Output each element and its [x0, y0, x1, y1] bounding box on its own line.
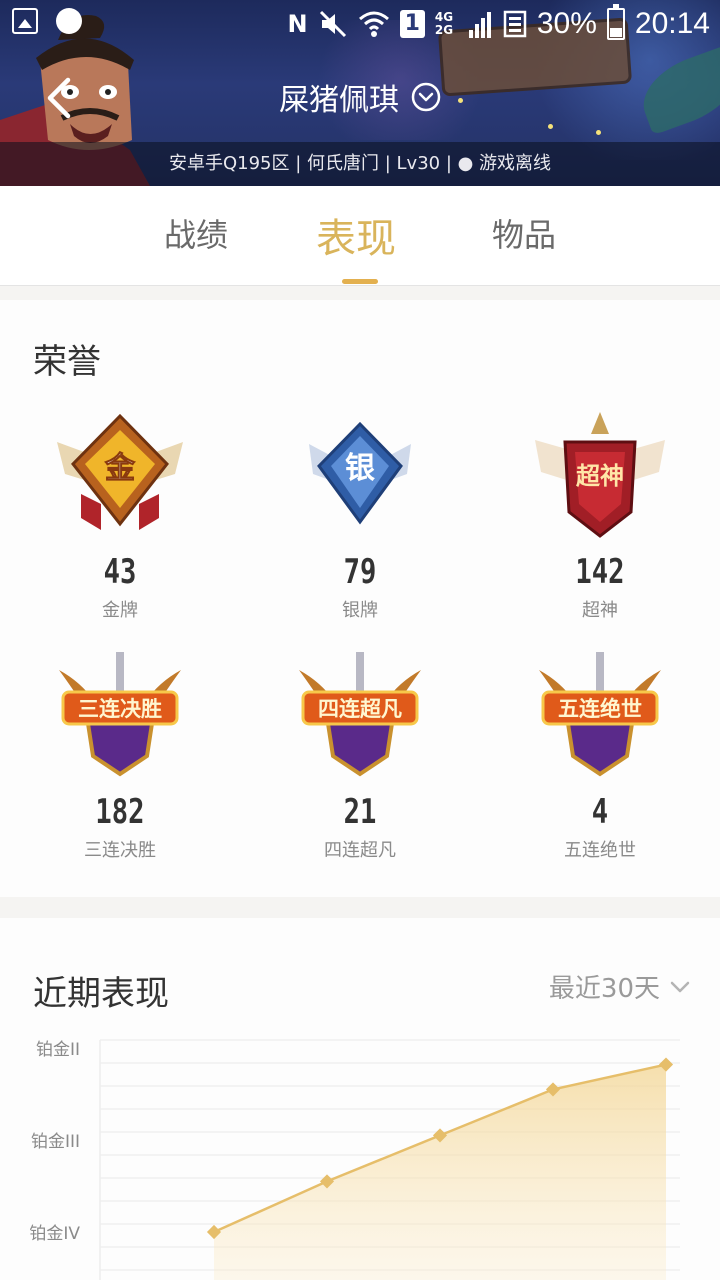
- legendary-badge-icon: 超神: [535, 412, 665, 538]
- gold-medal-badge[interactable]: 金 43 金牌: [0, 412, 240, 642]
- gold-emblem-text: 金: [104, 451, 136, 486]
- profile-banner: N 1 4G 2G 30% 20:14 屎猪佩琪 安卓手Q195区 | 何氏唐门…: [0, 0, 720, 186]
- wifi-icon: [358, 11, 389, 37]
- penta-emblem-text: 五连绝世: [558, 697, 642, 721]
- y-tick-label: 铂金II: [36, 1040, 80, 1060]
- player-info-strip: 安卓手Q195区 | 何氏唐门 | Lv30 | ● 游戏离线: [0, 142, 720, 186]
- chevron-down-icon: [670, 981, 690, 992]
- data-icon: [503, 10, 527, 38]
- silver-medal-badge[interactable]: 银 79 银牌: [240, 412, 480, 642]
- badge-count: 142: [575, 552, 625, 592]
- y-tick-label: 铂金IV: [29, 1224, 80, 1244]
- recent-performance-title: 近期表现: [33, 974, 169, 1014]
- badge-count: 182: [95, 792, 145, 832]
- silver-emblem-text: 银: [345, 451, 375, 486]
- badge-label: 四连超凡: [324, 840, 396, 861]
- sim-icon: 1: [399, 10, 425, 38]
- dots-icon: [56, 8, 82, 34]
- mute-icon: [319, 10, 346, 38]
- nfc-icon: N: [287, 10, 308, 38]
- period-label: 最近30天: [548, 974, 660, 1004]
- clock: 20:14: [634, 7, 710, 40]
- quadra-kill-badge[interactable]: 四连超凡 21 四连超凡: [240, 652, 480, 882]
- banner-star: [548, 124, 553, 129]
- silver-medal-icon: 银: [309, 421, 411, 525]
- tab-performance[interactable]: 表现: [316, 206, 396, 264]
- tab-record[interactable]: 战绩: [164, 210, 228, 256]
- period-selector[interactable]: 最近30天: [549, 968, 690, 1005]
- badge-label: 三连决胜: [84, 840, 156, 861]
- battery-percentage: 30%: [536, 7, 597, 40]
- badge-label: 银牌: [342, 600, 378, 621]
- badge-label: 五连绝世: [564, 840, 636, 861]
- triple-kill-badge-icon: 三连决胜: [59, 652, 181, 777]
- chevron-down-circle-icon[interactable]: [411, 82, 441, 112]
- player-name: 屎猪佩琪: [279, 83, 399, 118]
- badge-count: 43: [103, 552, 137, 592]
- tab-items[interactable]: 物品: [492, 210, 556, 256]
- recent-performance-section: 近期表现 最近30天 铂金IV 铂金III 铂金II: [0, 918, 720, 1280]
- banner-star: [596, 130, 601, 135]
- penta-kill-badge-icon: 五连绝世: [539, 652, 661, 777]
- badge-count: 79: [343, 552, 377, 592]
- gold-medal-icon: 金: [57, 413, 183, 530]
- gallery-icon: [12, 8, 38, 34]
- legendary-badge[interactable]: 超神 142 超神: [480, 412, 720, 642]
- badge-label: 超神: [582, 600, 618, 621]
- rank-trend-chart: 铂金IV 铂金III 铂金II: [29, 1039, 680, 1280]
- active-tab-indicator: [342, 279, 378, 284]
- quadra-kill-badge-icon: 四连超凡: [299, 652, 421, 777]
- network-type-icon: 4G 2G: [434, 10, 454, 37]
- badge-label: 金牌: [102, 600, 138, 621]
- signal-icon: [468, 12, 491, 38]
- y-tick-label: 铂金III: [31, 1132, 80, 1152]
- battery-icon: [606, 4, 625, 40]
- honor-section: 荣誉 金 43 金牌 银 79 银牌 超神 142 超神 三连决胜 182 三连…: [0, 300, 720, 897]
- tab-bar: 战绩 表现 物品: [0, 186, 720, 286]
- quadra-emblem-text: 四连超凡: [318, 697, 402, 721]
- triple-emblem-text: 三连决胜: [78, 697, 162, 721]
- status-bar: N 1 4G 2G 30% 20:14: [0, 0, 720, 48]
- player-name-selector[interactable]: 屎猪佩琪: [0, 72, 720, 122]
- penta-kill-badge[interactable]: 五连绝世 4 五连绝世: [480, 652, 720, 882]
- legendary-emblem-text: 超神: [576, 462, 624, 490]
- honor-title: 荣誉: [33, 342, 101, 382]
- badge-count: 4: [591, 792, 609, 832]
- chart-area-fill: [214, 1064, 666, 1280]
- badge-count: 21: [343, 792, 377, 832]
- triple-kill-badge[interactable]: 三连决胜 182 三连决胜: [0, 652, 240, 882]
